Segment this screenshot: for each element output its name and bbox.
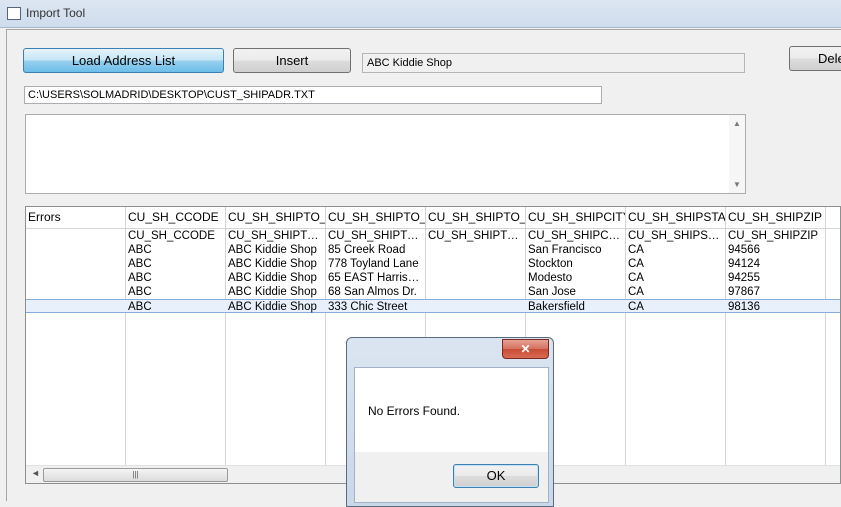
table-cell[interactable]: CA <box>626 243 725 257</box>
title-bar: Import Tool <box>0 0 841 28</box>
table-cell[interactable]: CU_SH_SHIPCITY <box>526 229 625 243</box>
table-cell[interactable]: CA <box>626 285 725 299</box>
table-cell[interactable]: San Jose <box>526 285 625 299</box>
message-dialog: ✕ No Errors Found. OK <box>346 337 554 507</box>
table-cell[interactable]: 778 Toyland Lane <box>326 257 425 271</box>
table-row[interactable]: ABC ABC Kiddie Shop 778 Toyland Lane Stockt… <box>26 257 840 271</box>
grid-header: Errors CU_SH_CCODE CU_SH_SHIPTO_1 CU_SH_… <box>26 207 840 229</box>
column-header-shipzip[interactable]: CU_SH_SHIPZIP <box>726 207 826 228</box>
table-cell[interactable]: CA <box>626 257 725 271</box>
window-icon <box>7 7 21 20</box>
table-cell[interactable]: CA <box>626 271 725 285</box>
table-cell[interactable]: Bakersfield <box>526 300 625 314</box>
table-cell[interactable]: 94255 <box>726 271 825 285</box>
customer-name-field: ABC Kiddie Shop <box>362 53 745 73</box>
scroll-left-icon[interactable]: ◄ <box>31 468 40 478</box>
table-cell[interactable]: 94124 <box>726 257 825 271</box>
table-cell[interactable]: ABC <box>126 257 225 271</box>
scroll-up-icon[interactable]: ▲ <box>733 119 741 128</box>
window-title: Import Tool <box>26 6 86 20</box>
insert-button[interactable]: Insert <box>233 48 351 73</box>
table-cell[interactable]: CU_SH_SHIPSTATE <box>626 229 725 243</box>
close-icon[interactable]: ✕ <box>502 339 549 359</box>
table-cell[interactable]: San Francisco <box>526 243 625 257</box>
table-cell[interactable] <box>26 285 125 299</box>
table-cell[interactable]: ABC Kiddie Shop <box>226 243 325 257</box>
column-header-shipto1[interactable]: CU_SH_SHIPTO_1 <box>226 207 326 228</box>
table-cell[interactable]: 65 EAST Harrison Street <box>326 271 425 285</box>
table-cell[interactable]: 94566 <box>726 243 825 257</box>
table-cell[interactable]: ABC <box>126 285 225 299</box>
scroll-thumb[interactable]: ||| <box>43 468 228 482</box>
table-cell[interactable]: Modesto <box>526 271 625 285</box>
table-cell[interactable]: ABC <box>126 300 225 314</box>
scroll-down-icon[interactable]: ▼ <box>733 180 741 189</box>
table-cell[interactable] <box>26 229 125 243</box>
log-textarea[interactable]: ▲ ▼ <box>25 114 746 194</box>
table-cell[interactable] <box>426 257 525 271</box>
table-cell[interactable]: CU_SH_CCODE <box>126 229 225 243</box>
table-cell[interactable] <box>426 300 525 314</box>
table-cell[interactable]: 68 San Almos Dr. <box>326 285 425 299</box>
table-cell[interactable] <box>26 257 125 271</box>
table-cell[interactable]: 333 Chic Street <box>326 300 425 314</box>
table-cell[interactable]: CU_SH_SHIPZIP <box>726 229 825 243</box>
table-cell[interactable]: 97867 <box>726 285 825 299</box>
table-cell[interactable]: CU_SH_SHIPTO_1 <box>226 229 325 243</box>
column-header-shipto2[interactable]: CU_SH_SHIPTO_2 <box>326 207 426 228</box>
column-header-ccode[interactable]: CU_SH_CCODE <box>126 207 226 228</box>
table-cell[interactable] <box>426 243 525 257</box>
table-cell[interactable] <box>426 271 525 285</box>
file-path-field[interactable]: C:\USERS\SOLMADRID\DESKTOP\CUST_SHIPADR.… <box>24 86 602 104</box>
table-cell[interactable] <box>26 243 125 257</box>
column-header-shipcity[interactable]: CU_SH_SHIPCITY <box>526 207 626 228</box>
table-cell[interactable] <box>26 271 125 285</box>
dialog-message: No Errors Found. <box>368 404 461 418</box>
table-cell[interactable]: ABC Kiddie Shop <box>226 257 325 271</box>
column-header-shipstate[interactable]: CU_SH_SHIPSTATE <box>626 207 726 228</box>
table-cell[interactable]: CU_SH_SHIPTO_3 <box>426 229 525 243</box>
table-cell[interactable]: ABC Kiddie Shop <box>226 300 325 314</box>
table-cell[interactable]: CU_SH_SHIPTO_2 <box>326 229 425 243</box>
column-header-errors[interactable]: Errors <box>26 207 126 228</box>
dialog-body: No Errors Found. OK <box>354 367 549 503</box>
table-cell[interactable]: ABC <box>126 271 225 285</box>
table-cell[interactable]: CA <box>626 300 725 314</box>
table-cell[interactable]: 85 Creek Road <box>326 243 425 257</box>
log-vertical-scrollbar[interactable]: ▲ ▼ <box>729 115 745 193</box>
ok-button[interactable]: OK <box>453 464 539 488</box>
table-cell[interactable]: ABC Kiddie Shop <box>226 271 325 285</box>
dialog-footer: OK <box>355 452 548 502</box>
load-address-list-button[interactable]: Load Address List <box>23 48 224 73</box>
table-row[interactable]: CU_SH_CCODE CU_SH_SHIPTO_1 CU_SH_SHIPTO_2 C… <box>26 229 840 243</box>
table-cell[interactable]: 98136 <box>726 300 825 314</box>
delete-button[interactable]: Dele <box>789 46 841 71</box>
table-row[interactable]: ABC ABC Kiddie Shop 333 Chic Street Bakersf… <box>26 299 840 314</box>
table-row[interactable]: ABCABC Kiddie Shop65 EAST Harrison Stree… <box>26 271 840 285</box>
table-row[interactable]: ABC ABC Kiddie Shop 85 Creek Road San Franc… <box>26 243 840 257</box>
table-cell[interactable] <box>426 285 525 299</box>
column-header-shipto3[interactable]: CU_SH_SHIPTO_3 <box>426 207 526 228</box>
table-cell[interactable] <box>26 300 125 314</box>
table-cell[interactable]: Stockton <box>526 257 625 271</box>
table-cell[interactable]: ABC <box>126 243 225 257</box>
table-cell[interactable]: ABC Kiddie Shop <box>226 285 325 299</box>
table-row[interactable]: ABC ABC Kiddie Shop 68 San Almos Dr. San Jo… <box>26 285 840 299</box>
